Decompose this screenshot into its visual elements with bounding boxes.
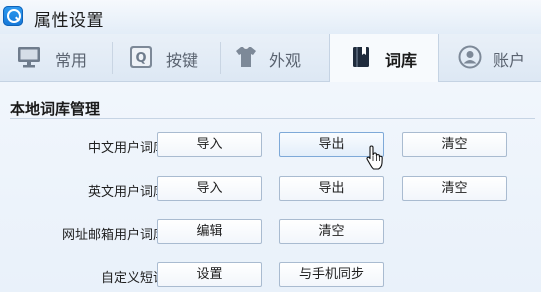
tab-dictionary[interactable]: 词库 bbox=[329, 34, 439, 82]
import-english-button[interactable]: 导入 bbox=[157, 176, 262, 201]
app-logo-icon bbox=[3, 6, 23, 26]
svg-text:Q: Q bbox=[135, 51, 146, 66]
custom-phrase-settings-button[interactable]: 设置 bbox=[157, 262, 262, 287]
clear-english-button[interactable]: 清空 bbox=[402, 176, 507, 201]
q-key-icon: Q bbox=[130, 46, 152, 68]
row-label-url-email-dict: 网址邮箱用户词库 bbox=[61, 228, 166, 243]
section-title: 本地词库管理 bbox=[10, 100, 101, 118]
import-chinese-button[interactable]: 导入 bbox=[157, 132, 262, 157]
section-divider bbox=[10, 118, 535, 119]
tshirt-icon bbox=[236, 46, 256, 67]
tab-common[interactable]: 常用 bbox=[0, 34, 112, 81]
user-icon bbox=[458, 45, 482, 69]
tab-label: 账户 bbox=[493, 51, 526, 70]
window-title: 属性设置 bbox=[34, 11, 104, 31]
tab-account[interactable]: 账户 bbox=[440, 34, 541, 81]
hand-cursor-icon bbox=[366, 145, 383, 170]
tab-appearance[interactable]: 外观 bbox=[221, 34, 329, 81]
book-icon bbox=[353, 47, 369, 67]
tab-label: 按键 bbox=[166, 51, 199, 70]
sync-with-phone-button[interactable]: 与手机同步 bbox=[279, 262, 384, 287]
tab-bar: 常用 Q 按键 外观 词库 账户 bbox=[0, 34, 541, 82]
edit-url-email-button[interactable]: 编辑 bbox=[157, 219, 262, 244]
row-label-english-dict: 英文用户词库 bbox=[87, 185, 166, 200]
export-english-button[interactable]: 导出 bbox=[279, 176, 384, 201]
clear-chinese-button[interactable]: 清空 bbox=[402, 132, 507, 157]
tab-keys[interactable]: Q 按键 bbox=[113, 34, 220, 81]
tab-label: 外观 bbox=[269, 51, 302, 70]
tab-label: 词库 bbox=[385, 51, 418, 70]
clear-url-email-button[interactable]: 清空 bbox=[279, 219, 384, 244]
title-bar: 属性设置 bbox=[0, 0, 541, 34]
monitor-icon bbox=[18, 47, 40, 68]
row-label-chinese-dict: 中文用户词库 bbox=[87, 141, 166, 156]
tab-label: 常用 bbox=[55, 51, 88, 70]
row-label-custom-phrases: 自定义短语 bbox=[100, 271, 166, 286]
